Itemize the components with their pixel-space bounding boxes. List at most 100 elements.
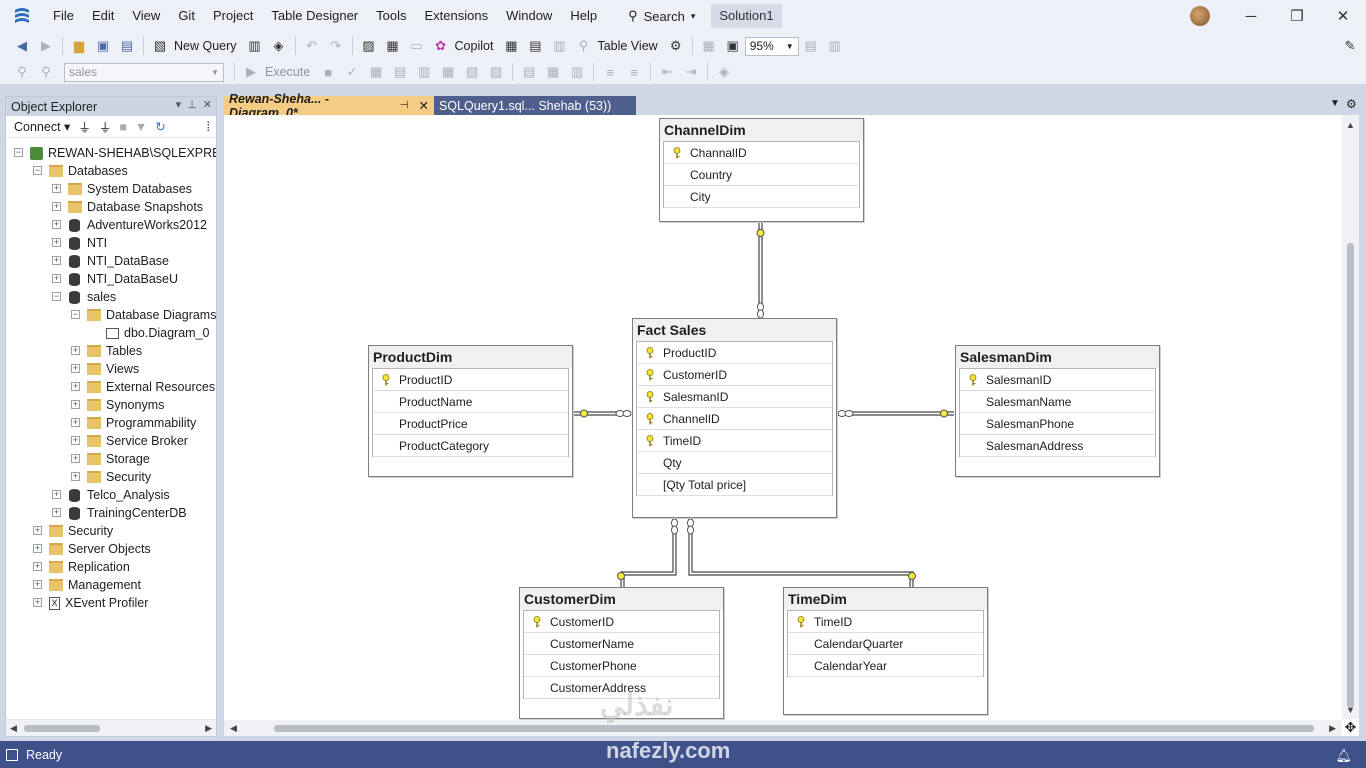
connect-dropdown[interactable]: Connect ▾ <box>14 119 70 134</box>
menu-item-project[interactable]: Project <box>204 0 262 32</box>
client-stats-icon[interactable]: ▨ <box>486 62 506 82</box>
expand-toggle[interactable]: + <box>33 580 42 589</box>
tree-node[interactable]: Telco_Analysis <box>68 486 170 504</box>
table-timedim[interactable]: TimeDim TimeID CalendarQuarter CalendarYea… <box>783 587 988 715</box>
expand-toggle[interactable]: + <box>71 436 80 445</box>
zoom-select[interactable]: 95% ▼ <box>744 36 799 56</box>
database-query-icon[interactable]: ▥ <box>245 36 265 56</box>
connect-plug-icon[interactable]: ⏚ <box>78 117 91 136</box>
undo-icon[interactable]: ↶ <box>302 36 322 56</box>
restore-button[interactable]: ❐ <box>1274 0 1320 32</box>
expand-toggle[interactable]: + <box>33 544 42 553</box>
results-file-icon[interactable]: ▥ <box>567 62 587 82</box>
collapse-toggle[interactable]: − <box>71 310 80 319</box>
close-icon[interactable]: ✕ <box>203 98 212 111</box>
column-row[interactable]: CustomerPhone <box>524 655 719 677</box>
expand-toggle[interactable]: + <box>52 256 61 265</box>
table-factsales[interactable]: Fact Sales ProductID CustomerID SalesmanID… <box>632 318 837 518</box>
expand-toggle[interactable]: + <box>71 400 80 409</box>
decrease-indent-icon[interactable]: ⇤ <box>657 62 677 82</box>
disconnect-icon[interactable]: ⚲ <box>36 62 56 82</box>
query-options-icon[interactable]: ▤ <box>390 62 410 82</box>
expand-toggle[interactable]: + <box>52 490 61 499</box>
disconnect-plug-icon[interactable]: ⏚ <box>99 117 112 136</box>
back-icon[interactable]: ◀ <box>12 36 32 56</box>
tree-node[interactable]: Synonyms <box>87 396 164 414</box>
column-row[interactable]: TimeID <box>637 430 832 452</box>
chevron-down-icon[interactable]: ▾ <box>176 98 182 111</box>
expand-toggle[interactable]: + <box>71 454 80 463</box>
tree-node[interactable]: Database Snapshots <box>68 198 203 216</box>
column-row[interactable]: SalesmanPhone <box>960 413 1155 435</box>
tree-node[interactable]: dbo.Diagram_0 <box>106 324 209 342</box>
execute-button[interactable]: Execute <box>265 65 310 79</box>
expand-toggle[interactable]: + <box>33 562 42 571</box>
column-row[interactable]: ChannalID <box>664 142 859 164</box>
arrange-selection-icon[interactable]: ▣ <box>723 36 743 56</box>
refresh-icon[interactable]: ↻ <box>155 119 165 134</box>
tree-node[interactable]: NTI_DataBaseU <box>68 270 178 288</box>
activity-monitor-icon[interactable]: ▨ <box>359 36 379 56</box>
expand-toggle[interactable]: + <box>33 598 42 607</box>
estimated-plan-icon[interactable]: ▦ <box>366 62 386 82</box>
tree-node[interactable]: REWAN-SHEHAB\SQLEXPRESS0 <box>30 144 216 162</box>
column-row[interactable]: Qty <box>637 452 832 474</box>
arrange-tables-icon[interactable]: ⚙ <box>666 36 686 56</box>
copilot-button[interactable]: Copilot <box>455 39 494 53</box>
tree-node[interactable]: NTI <box>68 234 107 252</box>
intellisense-icon[interactable]: ▥ <box>414 62 434 82</box>
tree-node[interactable]: AdventureWorks2012 <box>68 216 207 234</box>
avatar[interactable] <box>1190 6 1210 26</box>
column-row[interactable]: CustomerName <box>524 633 719 655</box>
overflow-icon[interactable]: ⁞ <box>207 120 210 134</box>
tree-node[interactable]: X XEvent Profiler <box>49 594 148 612</box>
column-row[interactable]: SalesmanID <box>637 386 832 408</box>
tree-node[interactable]: Security <box>49 522 113 540</box>
tree-node[interactable]: Tables <box>87 342 142 360</box>
expand-toggle[interactable]: + <box>52 274 61 283</box>
close-tab-icon[interactable]: ✕ <box>419 98 429 113</box>
filter-icon[interactable]: ▼ <box>135 120 147 134</box>
settings-icon[interactable]: ⚙ <box>1346 97 1357 111</box>
tab-list-dropdown-icon[interactable]: ▼ <box>1330 98 1340 109</box>
expand-toggle[interactable]: + <box>71 364 80 373</box>
column-row[interactable]: CustomerID <box>524 611 719 633</box>
notification-bell-icon[interactable]: 🔔︎ <box>1335 748 1352 764</box>
object-explorer-scrollbar[interactable]: ◀ ▶ <box>6 719 216 736</box>
increase-indent-icon[interactable]: ⇥ <box>681 62 701 82</box>
column-row[interactable]: ProductCategory <box>373 435 568 457</box>
column-row[interactable]: TimeID <box>788 611 983 633</box>
expand-toggle[interactable]: + <box>71 346 80 355</box>
column-row[interactable]: City <box>664 186 859 208</box>
table-view-dropdown[interactable]: Table View <box>597 39 657 53</box>
add-related-tables-icon[interactable]: ▥ <box>549 36 569 56</box>
column-row[interactable]: ProductID <box>373 369 568 391</box>
actual-plan-icon[interactable]: ▦ <box>438 62 458 82</box>
expand-toggle[interactable]: + <box>52 238 61 247</box>
open-folder-icon[interactable]: ▆ <box>69 36 89 56</box>
table-channeldim[interactable]: ChannelDim ChannalID Country City <box>659 118 864 222</box>
tree-node[interactable]: Security <box>87 468 151 486</box>
database-select[interactable]: sales ▼ <box>64 62 224 82</box>
column-row[interactable]: ProductName <box>373 391 568 413</box>
menu-item-view[interactable]: View <box>123 0 169 32</box>
menu-item-table-designer[interactable]: Table Designer <box>262 0 367 32</box>
tree-node[interactable]: Storage <box>87 450 150 468</box>
uncomment-icon[interactable]: ≡ <box>624 62 644 82</box>
column-row[interactable]: SalesmanID <box>960 369 1155 391</box>
menu-item-help[interactable]: Help <box>561 0 606 32</box>
tree-node[interactable]: NTI_DataBase <box>68 252 169 270</box>
save-all-icon[interactable]: ▤ <box>117 36 137 56</box>
table-productdim[interactable]: ProductDim ProductID ProductName ProductPr… <box>368 345 573 477</box>
specify-values-icon[interactable]: ◈ <box>714 62 734 82</box>
menu-item-git[interactable]: Git <box>169 0 204 32</box>
tab-diagram[interactable]: Rewan-Sheha... - Diagram_0* ⊣ ✕ <box>224 92 434 120</box>
pin-icon[interactable]: ⊣ <box>400 100 409 111</box>
expand-toggle[interactable]: + <box>33 526 42 535</box>
tree-node[interactable]: TrainingCenterDB <box>68 504 187 522</box>
live-stats-icon[interactable]: ▧ <box>462 62 482 82</box>
diagram-canvas[interactable]: ChannelDim ChannalID Country City Fact Sal… <box>224 115 1342 720</box>
column-row[interactable]: CalendarYear <box>788 655 983 677</box>
menu-item-tools[interactable]: Tools <box>367 0 415 32</box>
collapse-toggle[interactable]: − <box>14 148 23 157</box>
